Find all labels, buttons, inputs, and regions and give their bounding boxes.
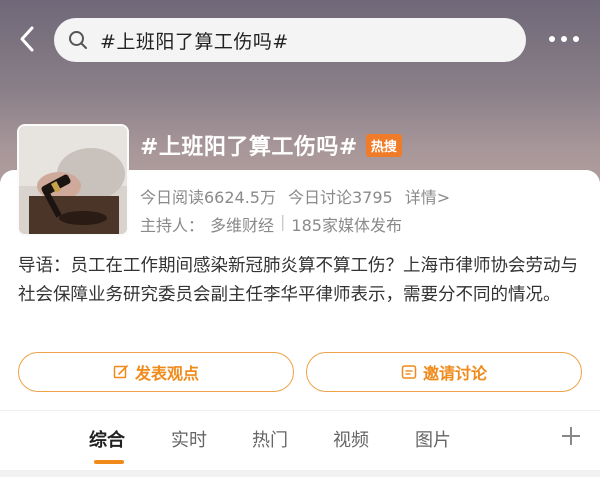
host-label: 主持人：	[140, 216, 205, 235]
topic-stats: 今日阅读6624.5万 今日讨论3795 详情>	[140, 184, 450, 208]
more-dots-icon	[549, 36, 579, 42]
invite-discussion-button[interactable]: 邀请讨论	[306, 352, 582, 392]
tab-comprehensive[interactable]: 综合	[89, 426, 125, 452]
topic-thumbnail	[17, 124, 129, 236]
hot-search-badge: 热搜	[365, 133, 402, 157]
search-query: #上班阳了算工伤吗#	[100, 30, 289, 53]
host-separator: |	[280, 212, 286, 231]
top-bar: #上班阳了算工伤吗#	[0, 14, 600, 64]
search-bar[interactable]: #上班阳了算工伤吗#	[54, 18, 526, 62]
search-icon	[68, 29, 90, 51]
back-button[interactable]	[10, 22, 44, 56]
media-count[interactable]: 185家媒体发布	[291, 212, 402, 236]
active-tab-indicator	[94, 460, 124, 464]
tab-bar: 综合 实时 热门 视频 图片	[0, 418, 600, 468]
post-opinion-button[interactable]: 发表观点	[18, 352, 294, 392]
post-opinion-label: 发表观点	[134, 364, 199, 383]
invite-icon	[401, 365, 417, 379]
bottom-strip	[0, 470, 600, 477]
divider	[0, 410, 600, 411]
tab-hot[interactable]: 热门	[252, 426, 288, 452]
reads-count: 今日阅读6624.5万	[140, 188, 276, 207]
tab-realtime[interactable]: 实时	[171, 426, 207, 452]
invite-discussion-label: 邀请讨论	[422, 364, 487, 383]
tab-video[interactable]: 视频	[333, 426, 369, 452]
back-arrow-icon	[20, 26, 34, 52]
discussion-count: 今日讨论3795	[288, 188, 393, 207]
plus-icon[interactable]	[559, 424, 583, 448]
topic-title: #上班阳了算工伤吗#	[140, 135, 358, 160]
tab-images[interactable]: 图片	[415, 426, 451, 452]
topic-intro: 导语：员工在工作期间感染新冠肺炎算不算工伤？上海市律师协会劳动与社会保障业务研究…	[18, 256, 578, 305]
topic-title-row: #上班阳了算工伤吗# 热搜	[140, 128, 402, 162]
more-button[interactable]	[544, 24, 584, 54]
detail-link[interactable]: 详情>	[405, 184, 450, 208]
edit-icon	[113, 365, 128, 379]
host-name[interactable]: 多维财经	[210, 212, 274, 236]
host-info: 主持人： 多维财经 | 185家媒体发布	[140, 212, 402, 236]
